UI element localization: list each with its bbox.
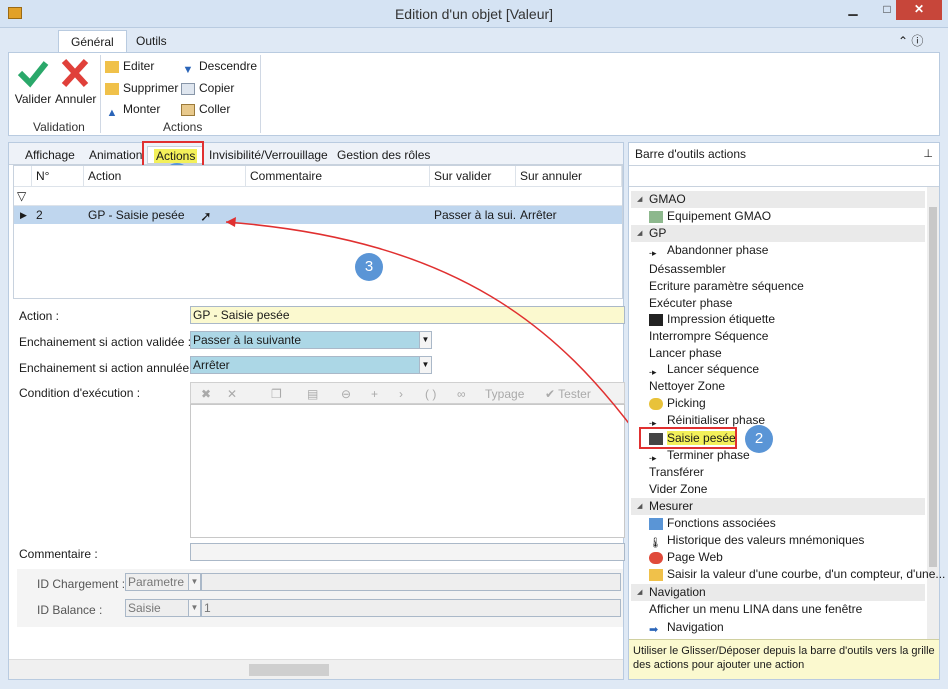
item-label: Fonctions associées: [667, 516, 776, 530]
edit-value-icon: [649, 568, 663, 581]
item-label: Lancer séquence: [667, 362, 760, 376]
list-item[interactable]: Equipement GMAO: [649, 208, 771, 225]
list-item[interactable]: -▸ Terminer phase: [649, 447, 750, 464]
item-label: Saisir la valeur d'une courbe, d'un comp…: [667, 567, 946, 581]
list-item[interactable]: Vider Zone: [649, 481, 707, 498]
category-mesurer[interactable]: Mesurer: [631, 498, 925, 515]
list-item[interactable]: Transférer: [649, 464, 704, 481]
hint-text: Utiliser le Glisser/Déposer depuis la ba…: [629, 639, 939, 679]
item-label: Impression étiquette: [667, 312, 776, 326]
toolbox-title: Barre d'outils actions: [635, 147, 747, 161]
item-label: Transférer: [649, 465, 704, 479]
list-item[interactable]: -▸ Lancer séquence: [649, 361, 759, 378]
category-gp[interactable]: GP: [631, 225, 925, 242]
list-item[interactable]: ➡ Navigation: [649, 619, 724, 636]
sequence-icon: -▸: [649, 366, 657, 377]
item-label: Abandonner phase: [667, 243, 769, 257]
item-label: Navigation: [667, 620, 724, 634]
item-label: Vider Zone: [649, 482, 708, 496]
list-item[interactable]: Saisir la valeur d'une courbe, d'un comp…: [649, 566, 945, 583]
scroll-thumb[interactable]: [929, 207, 937, 567]
list-item[interactable]: 🌡 Historique des valeurs mnémoniques: [649, 532, 864, 549]
item-label: Lancer phase: [649, 346, 722, 360]
toolbox-search-input[interactable]: [629, 165, 939, 187]
web-icon: [649, 551, 663, 564]
list-item[interactable]: Nettoyer Zone: [649, 378, 725, 395]
list-item[interactable]: Afficher un menu LINA dans une fenêtre: [649, 601, 862, 618]
thermometer-icon: 🌡: [649, 537, 662, 549]
reset-icon: -▸: [649, 417, 657, 428]
item-label: Réinitialiser phase: [667, 413, 766, 427]
hand-icon: [649, 397, 663, 410]
list-item[interactable]: -▸ Abandonner phase: [649, 242, 768, 259]
item-label: Historique des valeurs mnémoniques: [667, 533, 865, 547]
list-item[interactable]: Exécuter phase: [649, 295, 732, 312]
item-label: Picking: [667, 396, 706, 410]
list-item[interactable]: Page Web: [649, 549, 723, 566]
pin-icon[interactable]: ⊥: [923, 147, 933, 160]
arrow-right-icon: ➡: [649, 623, 659, 636]
list-item[interactable]: Fonctions associées: [649, 515, 776, 532]
finish-icon: -▸: [649, 452, 657, 463]
item-label: Ecriture paramètre séquence: [649, 279, 804, 293]
list-item[interactable]: Interrompre Séquence: [649, 328, 768, 345]
list-item[interactable]: Ecriture paramètre séquence: [649, 278, 804, 295]
item-label: Exécuter phase: [649, 296, 733, 310]
toolbox-pane: Barre d'outils actions ⊥ GMAO Equipement…: [628, 142, 945, 680]
item-label: Terminer phase: [667, 448, 750, 462]
chart-icon: [649, 517, 663, 530]
list-item[interactable]: Impression étiquette: [649, 311, 775, 328]
item-label: Afficher un menu LINA dans une fenêtre: [649, 602, 863, 616]
list-item[interactable]: Lancer phase: [649, 345, 722, 362]
item-label: Nettoyer Zone: [649, 379, 726, 393]
category-gmao[interactable]: GMAO: [631, 191, 925, 208]
highlight-box-saisie: [639, 427, 737, 449]
barcode-icon: [649, 313, 663, 326]
list-item[interactable]: Désassembler: [649, 261, 726, 278]
item-label: Page Web: [667, 550, 723, 564]
item-label: Désassembler: [649, 262, 726, 276]
equipment-icon: [649, 210, 663, 223]
item-label: Interrompre Séquence: [649, 329, 769, 343]
item-label: Equipement GMAO: [667, 209, 772, 223]
category-navigation[interactable]: Navigation: [631, 584, 925, 601]
phase-icon: -▸: [649, 247, 657, 258]
list-item[interactable]: Picking: [649, 395, 706, 412]
